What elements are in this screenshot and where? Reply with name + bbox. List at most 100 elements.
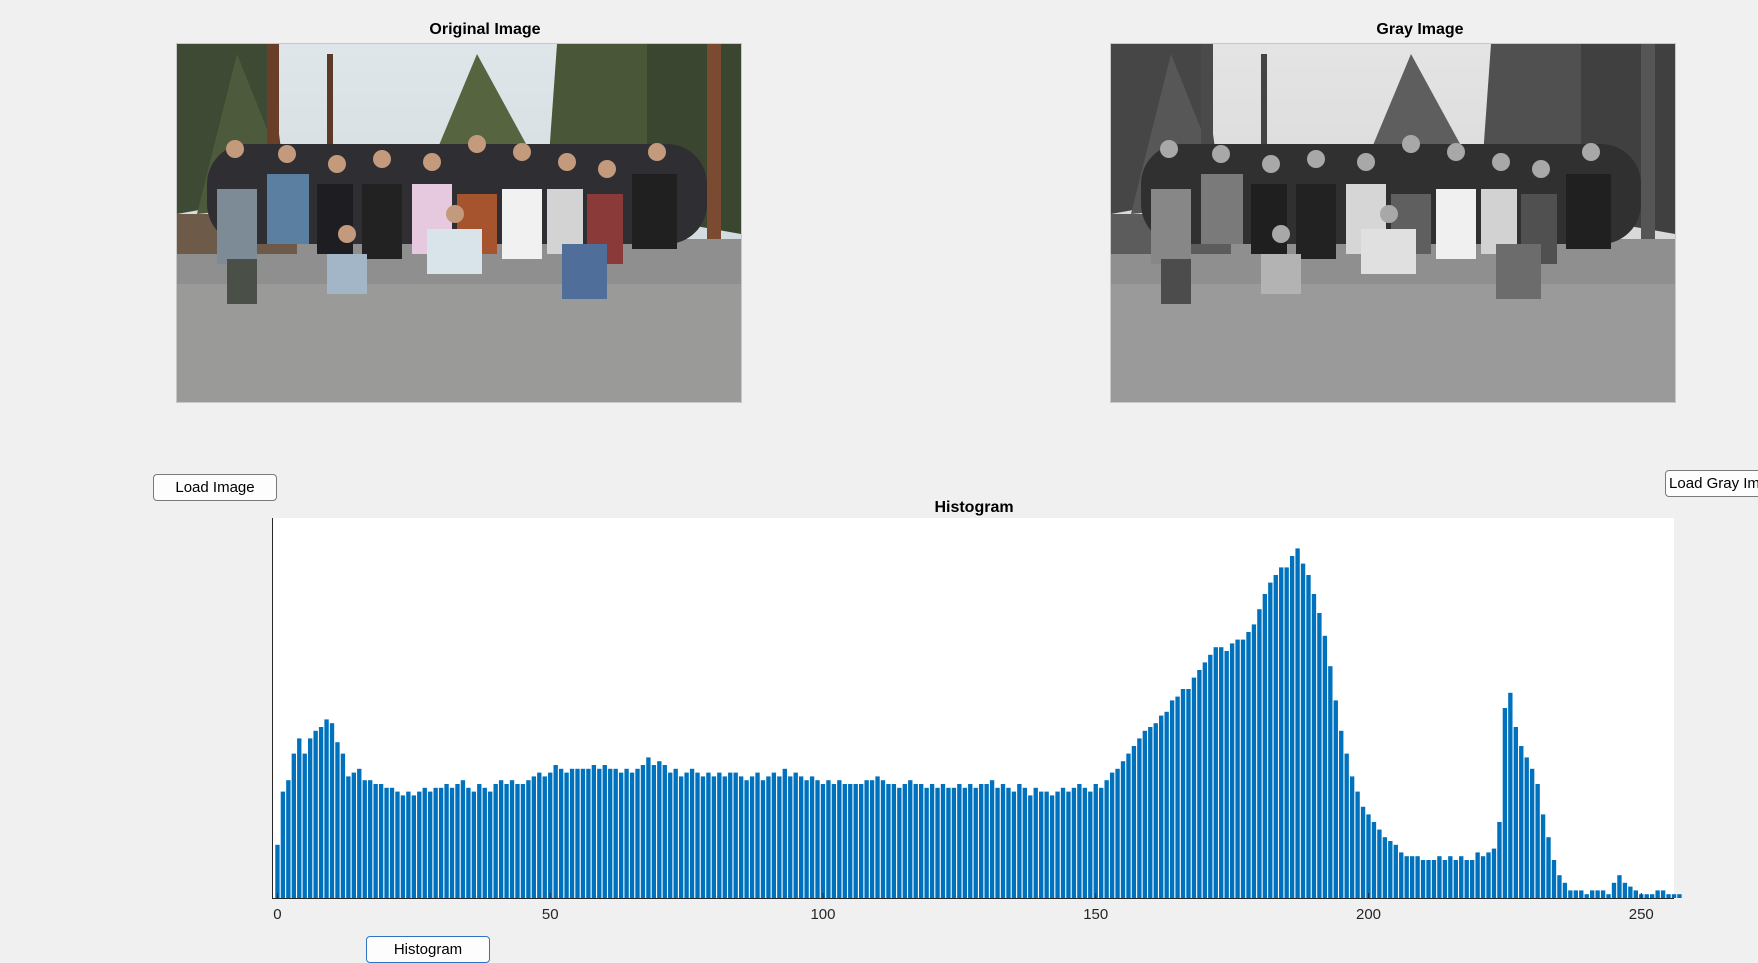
histogram-bar <box>291 753 296 898</box>
histogram-bar <box>913 784 918 898</box>
histogram-bar <box>1589 890 1595 898</box>
histogram-bar <box>1175 696 1180 898</box>
histogram-bar <box>1039 791 1044 898</box>
histogram-bar <box>286 780 291 898</box>
histogram-bar <box>340 753 346 898</box>
histogram-bar <box>1573 890 1578 898</box>
histogram-bar <box>1513 727 1518 898</box>
histogram-bar <box>984 784 989 898</box>
histogram-bar <box>979 784 984 898</box>
histogram-bar <box>1650 894 1655 898</box>
histogram-bar <box>1306 575 1311 898</box>
histogram-bar <box>275 844 280 898</box>
histogram-bar <box>837 780 842 898</box>
histogram-bar <box>891 784 897 898</box>
histogram-bar <box>760 780 766 898</box>
histogram-bar <box>1049 795 1055 898</box>
histogram-bar <box>689 768 695 898</box>
histogram-bar <box>1328 666 1333 898</box>
histogram-bar <box>744 780 749 898</box>
histogram-bar <box>1469 860 1475 898</box>
histogram-bar <box>848 784 853 898</box>
histogram-bar <box>368 780 373 898</box>
histogram-bar <box>1120 761 1126 898</box>
histogram-bar <box>1240 639 1246 898</box>
histogram-bar <box>580 768 586 898</box>
histogram-bar <box>1360 806 1366 898</box>
histogram-bar <box>1082 787 1088 898</box>
histogram-bar <box>1442 860 1448 898</box>
histogram-bar <box>738 776 744 898</box>
histogram-bar <box>558 768 564 898</box>
histogram-bar <box>1126 753 1131 898</box>
x-tick-label: 50 <box>542 906 559 923</box>
histogram-bar <box>400 795 406 898</box>
histogram-bar <box>1164 711 1169 898</box>
histogram-bar <box>564 772 569 898</box>
histogram-bar <box>1033 787 1038 898</box>
histogram-bar <box>498 780 504 898</box>
histogram-bar <box>1333 700 1338 898</box>
histogram-bar <box>1584 894 1589 898</box>
histogram-bar <box>1295 548 1300 898</box>
histogram-bar <box>1099 787 1104 898</box>
histogram-bar <box>1415 856 1420 898</box>
histogram-bar <box>1131 746 1137 898</box>
histogram-bar <box>324 719 329 898</box>
histogram-bar <box>1109 772 1115 898</box>
histogram-bar <box>771 772 777 898</box>
histogram-bar <box>569 768 575 898</box>
histogram-bar <box>395 791 400 898</box>
histogram-bar <box>1371 822 1377 898</box>
histogram-bar <box>526 780 531 898</box>
histogram-bar <box>717 772 722 898</box>
histogram-bar <box>1088 791 1093 898</box>
histogram-bar <box>989 780 995 898</box>
x-tick-label: 0 <box>273 906 281 923</box>
histogram-bar <box>1159 715 1164 898</box>
histogram-bar <box>1044 791 1049 898</box>
histogram-bar <box>1213 647 1218 898</box>
histogram-bar <box>1104 780 1109 898</box>
histogram-bar <box>1431 860 1437 898</box>
histogram-bar <box>417 791 422 898</box>
histogram-bar <box>1671 894 1677 898</box>
histogram-bar <box>657 761 662 898</box>
histogram-bar <box>1022 787 1027 898</box>
histogram-bar <box>1524 757 1529 898</box>
histogram-bar <box>537 772 542 898</box>
histogram-bar <box>924 787 929 898</box>
histogram-bar <box>711 776 717 898</box>
histogram-bar <box>1529 768 1535 898</box>
histogram-bar <box>1464 860 1469 898</box>
chart-title: Histogram <box>934 499 1013 516</box>
histogram-bar <box>477 784 482 898</box>
histogram-bar <box>575 768 580 898</box>
histogram-bar <box>1311 594 1317 898</box>
histogram-bar <box>766 776 771 898</box>
histogram-bar <box>1459 856 1464 898</box>
histogram-bar <box>706 772 711 898</box>
histogram-bar <box>280 791 286 898</box>
histogram-bar <box>869 780 875 898</box>
plot-area <box>272 518 1674 898</box>
histogram-bar <box>613 768 618 898</box>
histogram-bar <box>1137 738 1142 898</box>
histogram-bar <box>1257 609 1262 898</box>
histogram-bar <box>1191 677 1197 898</box>
histogram-bar <box>864 780 869 898</box>
histogram-bar <box>1017 784 1022 898</box>
histogram-bar <box>755 772 760 898</box>
histogram-bar <box>1148 727 1153 898</box>
histogram-bar <box>1344 753 1349 898</box>
histogram-bar <box>411 795 417 898</box>
histogram-bar <box>444 784 449 898</box>
histogram-bar <box>1628 886 1633 898</box>
histogram-bar <box>1633 890 1638 898</box>
histogram-bar <box>651 765 657 898</box>
histogram-bar <box>842 784 847 898</box>
histogram-bar <box>1519 746 1524 898</box>
histogram-bar <box>1497 822 1502 898</box>
histogram-bar <box>1448 856 1453 898</box>
histogram-bar <box>351 772 357 898</box>
